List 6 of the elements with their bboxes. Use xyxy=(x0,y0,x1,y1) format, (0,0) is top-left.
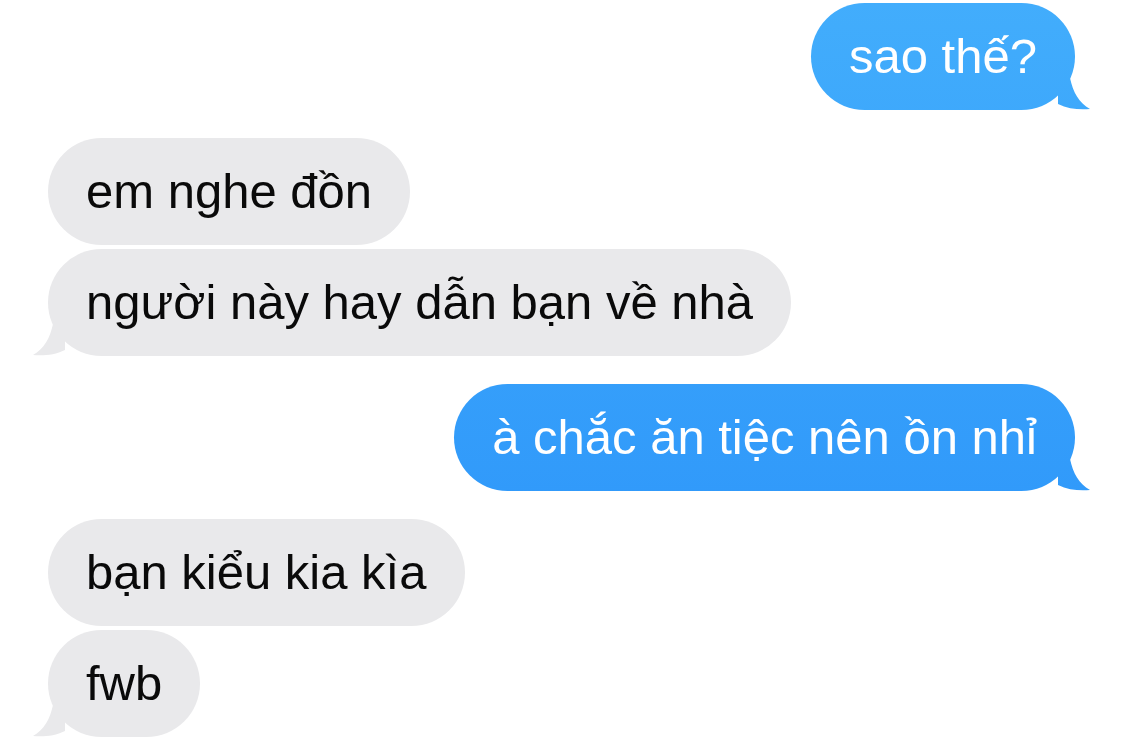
message-bubble: bạn kiểu kia kìa xyxy=(48,519,465,626)
message-bubble: sao thế? xyxy=(811,3,1075,110)
message-bubble: fwb xyxy=(48,630,201,737)
message-bubble: người này hay dẫn bạn về nhà xyxy=(48,249,792,356)
message-bubble: em nghe đồn xyxy=(48,138,411,245)
message-bubble: à chắc ăn tiệc nên ồn nhỉ xyxy=(454,384,1075,491)
